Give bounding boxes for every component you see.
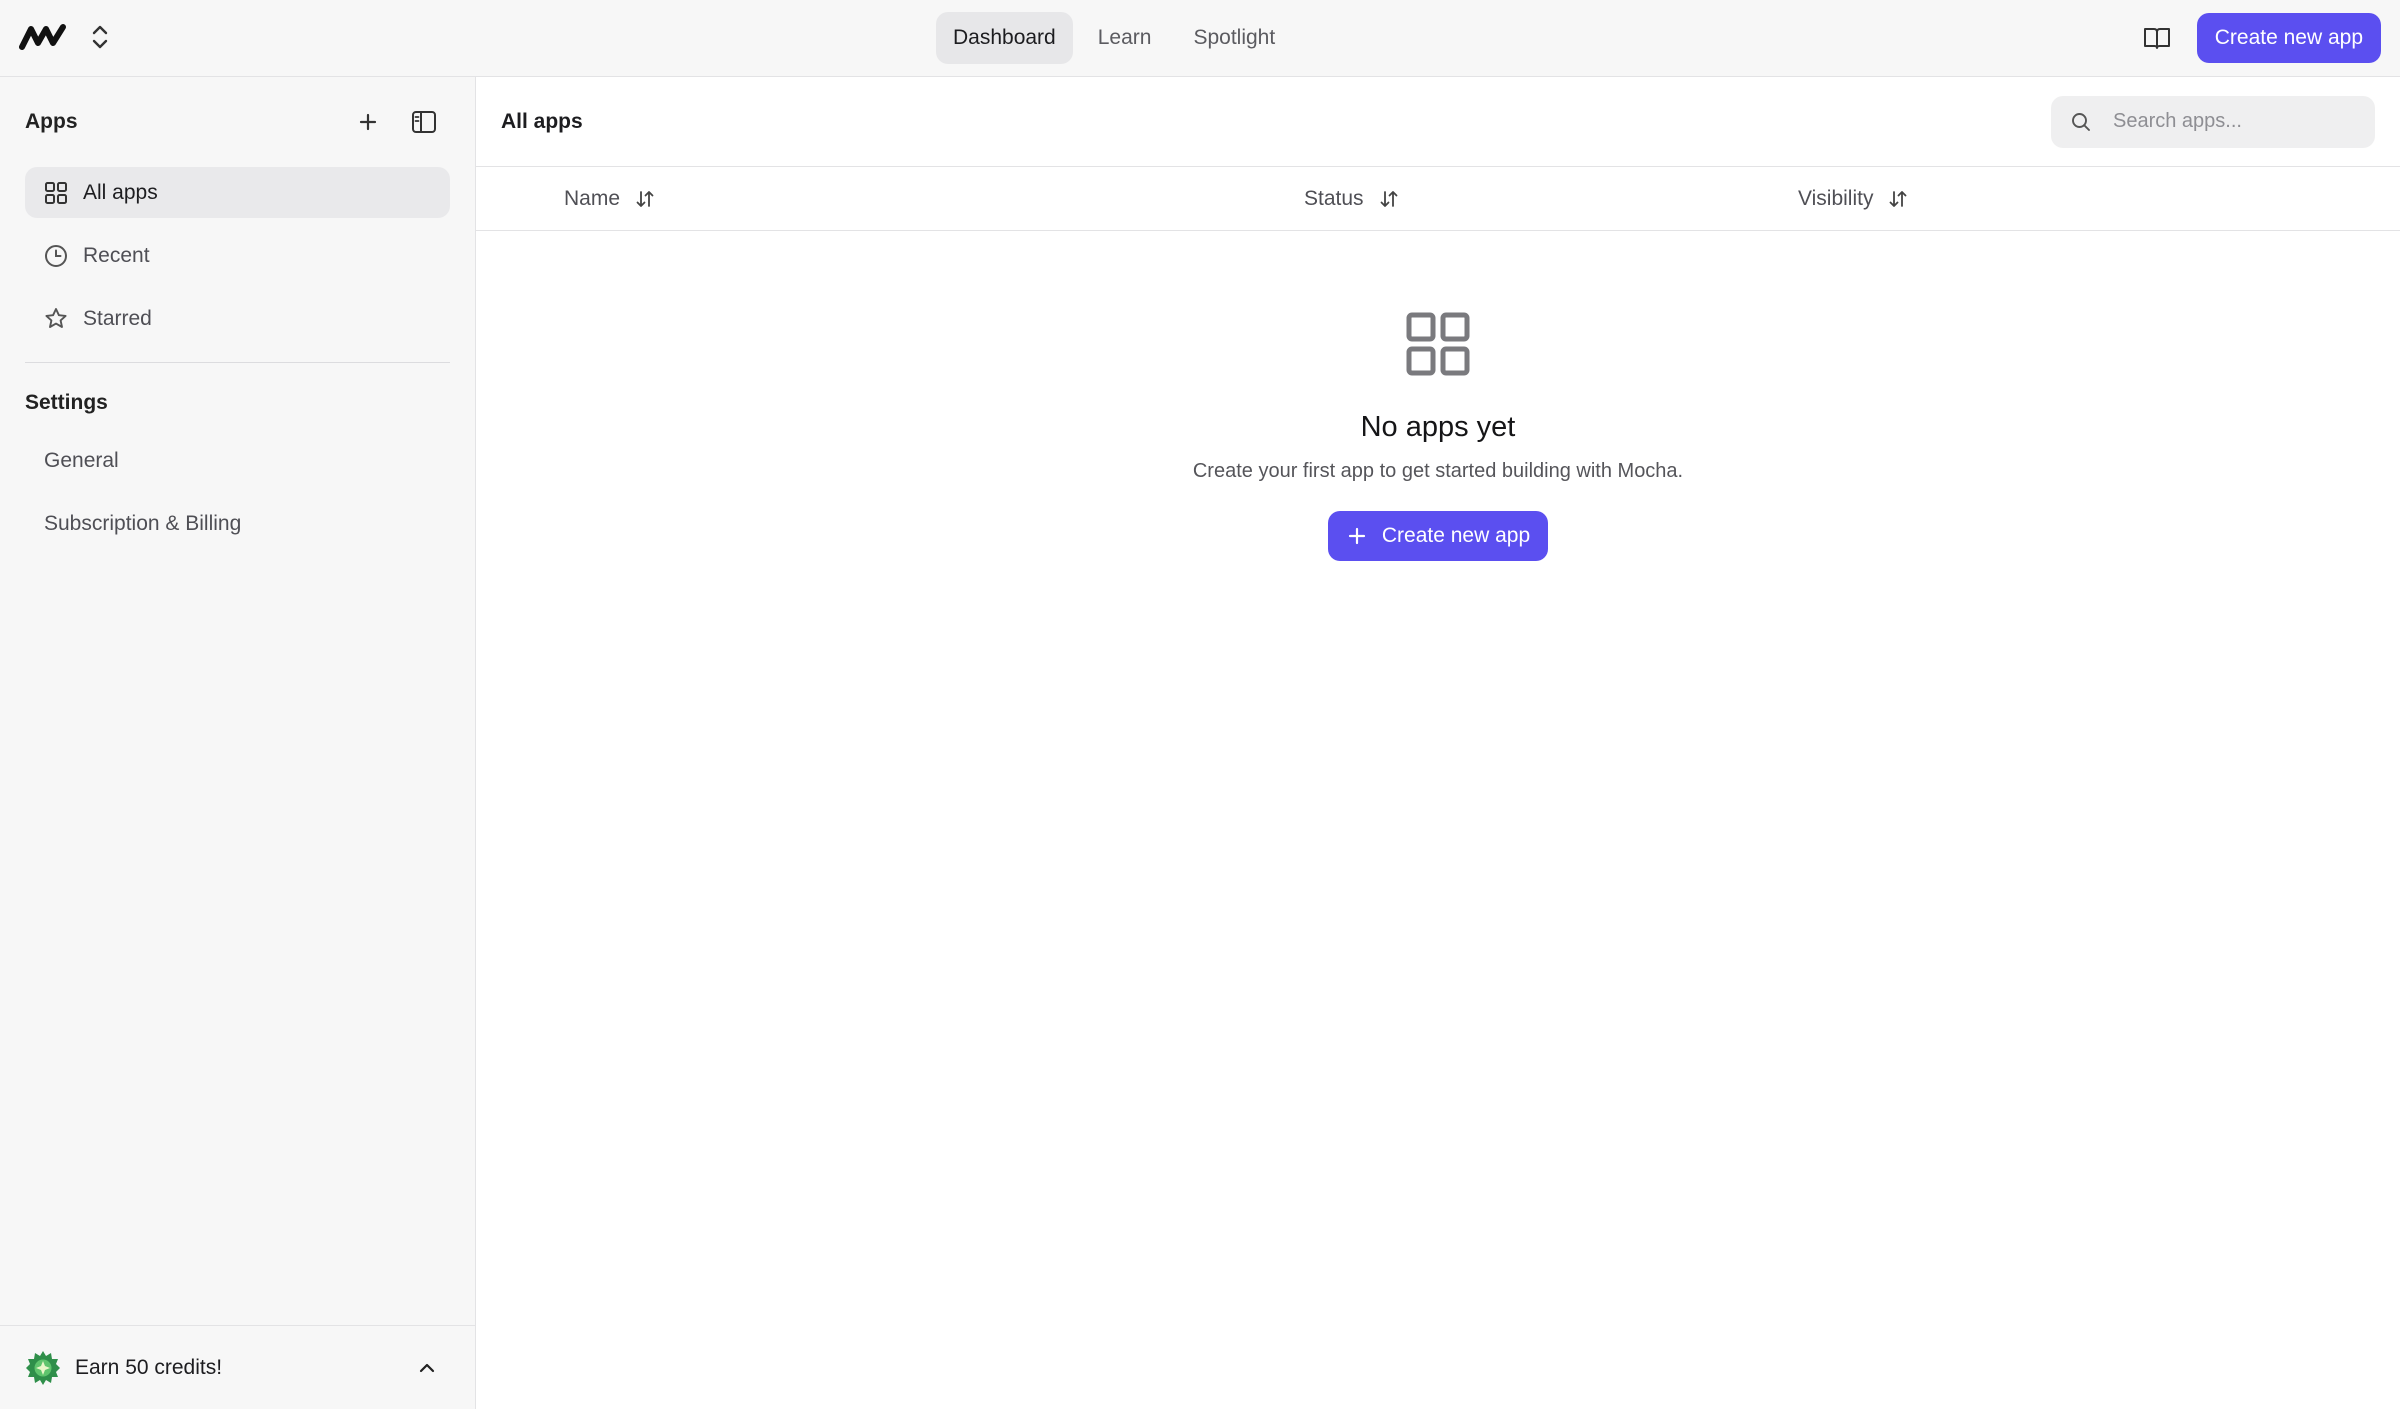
page-title: All apps	[501, 109, 583, 133]
plus-icon	[1348, 527, 1365, 545]
sidebar-title: Apps	[25, 110, 78, 133]
column-label: Status	[1304, 187, 1364, 210]
settings-title: Settings	[25, 391, 108, 414]
sidebar-item-starred[interactable]: Starred	[25, 293, 450, 344]
sidebar-item-label: Starred	[83, 306, 152, 330]
column-name-header[interactable]: Name	[564, 167, 656, 231]
chevron-updown-icon[interactable]	[90, 22, 110, 52]
credits-badge-icon	[26, 1350, 60, 1385]
star-icon	[45, 307, 67, 328]
empty-state-subtitle: Create your first app to get started bui…	[1192, 460, 1684, 482]
main-header: All apps	[476, 77, 2400, 167]
sidebar-header: Apps	[0, 77, 475, 167]
column-status-header[interactable]: Status	[1304, 167, 1400, 231]
sort-icon	[636, 191, 654, 207]
tab-learn[interactable]: Learn	[1081, 12, 1169, 64]
search-box[interactable]	[2051, 95, 2378, 148]
top-bar: Dashboard Learn Spotlight Create new app	[0, 0, 2400, 77]
create-new-app-button[interactable]: Create new app	[2196, 13, 2381, 63]
tab-spotlight[interactable]: Spotlight	[1176, 12, 1292, 64]
sidebar-item-all-apps[interactable]: All apps	[25, 167, 450, 218]
column-label: Visibility	[1798, 187, 1874, 210]
app-root: Dashboard Learn Spotlight Create new app…	[0, 0, 2400, 1409]
sidebar-item-general[interactable]: General	[25, 435, 450, 486]
book-icon[interactable]	[2141, 22, 2173, 54]
grid-icon	[45, 181, 67, 204]
sort-icon	[1890, 191, 1907, 207]
sidebar-toggle-icon[interactable]	[408, 106, 440, 138]
empty-state: No apps yet Create your first app to get…	[476, 231, 2400, 561]
sidebar: Apps All apps Recent Starred Settings Ge…	[0, 77, 476, 1409]
sidebar-item-recent[interactable]: Recent	[25, 230, 450, 281]
sidebar-item-subscription-billing[interactable]: Subscription & Billing	[25, 498, 450, 549]
sidebar-item-label: Recent	[83, 243, 150, 267]
body: Apps All apps Recent Starred Settings Ge…	[0, 77, 2400, 1409]
earn-credits-label: Earn 50 credits!	[75, 1355, 223, 1379]
column-visibility-header[interactable]: Visibility	[1798, 167, 1909, 231]
empty-state-title: No apps yet	[1360, 411, 1516, 443]
search-icon	[2072, 112, 2090, 131]
brand	[18, 20, 110, 54]
top-actions: Create new app	[2141, 13, 2381, 63]
clock-icon	[45, 244, 67, 267]
top-nav: Dashboard Learn Spotlight	[936, 12, 1292, 64]
sidebar-item-label: All apps	[83, 180, 158, 204]
sidebar-header-actions	[352, 106, 440, 138]
table-header: Name Status Visibility	[476, 167, 2400, 231]
mocha-logo-icon[interactable]	[18, 20, 70, 54]
search-input[interactable]	[2113, 110, 2378, 133]
main-content: All apps Name Status	[476, 77, 2400, 1409]
grid-icon	[1406, 312, 1470, 376]
button-label: Create new app	[1381, 524, 1531, 547]
empty-create-app-button[interactable]: Create new app	[1327, 511, 1549, 561]
tab-dashboard[interactable]: Dashboard	[936, 12, 1073, 64]
plus-icon[interactable]	[352, 106, 384, 138]
sidebar-nav: All apps Recent Starred	[0, 167, 475, 356]
column-label: Name	[564, 187, 621, 210]
earn-credits-footer[interactable]: Earn 50 credits!	[0, 1325, 475, 1409]
chevron-up-icon[interactable]	[414, 1355, 440, 1381]
sort-icon	[1380, 191, 1397, 207]
